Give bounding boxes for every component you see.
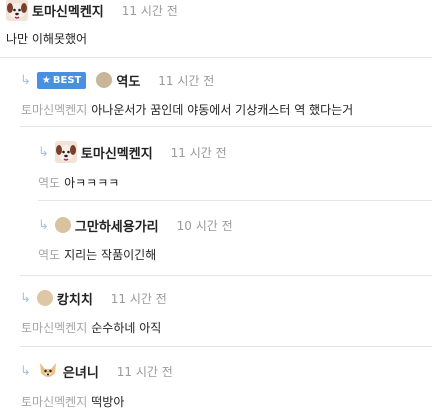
- dog-avatar[interactable]: [54, 141, 77, 163]
- divider: [20, 126, 432, 127]
- comment-body: 지리는 작품이긴해: [64, 248, 157, 262]
- comment-body: 순수하네 아직: [91, 321, 162, 335]
- timestamp: 11 시간 전: [121, 3, 178, 18]
- comment-text: 역도 지리는 작품이긴해: [38, 246, 156, 263]
- timestamp: 11 시간 전: [110, 291, 167, 306]
- mention[interactable]: 역도: [38, 248, 60, 262]
- timestamp: 10 시간 전: [176, 218, 233, 233]
- mention[interactable]: 역도: [38, 176, 60, 190]
- reply-arrow-icon: ↳: [20, 290, 31, 306]
- divider: [20, 275, 432, 276]
- comment-text: 토마신멕켄지 순수하네 아직: [21, 319, 161, 336]
- dog-avatar[interactable]: [6, 0, 28, 21]
- avatar[interactable]: [36, 290, 53, 306]
- timestamp: 11 시간 전: [170, 145, 227, 160]
- star-icon: ★: [41, 74, 51, 86]
- fox-avatar[interactable]: [36, 360, 59, 382]
- mention[interactable]: 토마신멕켄지: [21, 321, 87, 335]
- timestamp: 11 시간 전: [116, 364, 173, 379]
- timestamp: 11 시간 전: [158, 73, 215, 88]
- comment-header: ↳ 토마신멕켄지 11 시간 전: [38, 141, 227, 163]
- comment-text: 토마신멕켄지 아나운서가 꿈인데 야동에서 기상캐스터 역 했다는거: [21, 101, 353, 118]
- divider: [38, 200, 432, 201]
- nickname[interactable]: 토마신멕켄지: [32, 1, 104, 20]
- comment-header: ↳ 그만하세용가리 10 시간 전: [38, 215, 233, 235]
- comment-text: 나만 이해못했어: [6, 30, 87, 47]
- mention[interactable]: 토마신멕켄지: [21, 395, 87, 409]
- nickname[interactable]: 캉치치: [57, 289, 93, 308]
- best-badge-label: BEST: [52, 74, 82, 86]
- reply-arrow-icon: ↳: [38, 217, 49, 233]
- comment-text: 역도 아ㅋㅋㅋㅋ: [38, 174, 119, 191]
- nickname[interactable]: 은녀니: [63, 362, 99, 381]
- divider: [20, 346, 432, 347]
- avatar[interactable]: [54, 217, 71, 233]
- comment-text: 토마신멕켄지 떡방아: [21, 393, 124, 410]
- nickname[interactable]: 역도: [116, 71, 140, 90]
- nickname[interactable]: 그만하세용가리: [75, 216, 159, 235]
- comment-header: 토마신멕켄지 11 시간 전: [6, 0, 178, 21]
- comment-header: ↳ 캉치치 11 시간 전: [20, 288, 167, 308]
- reply-arrow-icon: ↳: [38, 144, 49, 160]
- avatar[interactable]: [96, 72, 113, 88]
- comment-body: 나만 이해못했어: [6, 32, 88, 46]
- best-badge: ★ BEST: [36, 71, 87, 89]
- divider: [0, 57, 432, 58]
- mention[interactable]: 토마신멕켄지: [21, 103, 87, 117]
- reply-arrow-icon: ↳: [20, 72, 31, 88]
- comment-body: 떡방아: [91, 395, 125, 409]
- comment-header: ↳ ★ BEST 역도 11 시간 전: [20, 70, 214, 90]
- nickname[interactable]: 토마신멕켄지: [81, 143, 153, 162]
- comment-header: ↳ 은녀니 11 시간 전: [20, 359, 173, 383]
- reply-arrow-icon: ↳: [20, 363, 31, 379]
- comment-body: 아나운서가 꿈인데 야동에서 기상캐스터 역 했다는거: [91, 103, 354, 117]
- comment-body: 아ㅋㅋㅋㅋ: [64, 176, 120, 190]
